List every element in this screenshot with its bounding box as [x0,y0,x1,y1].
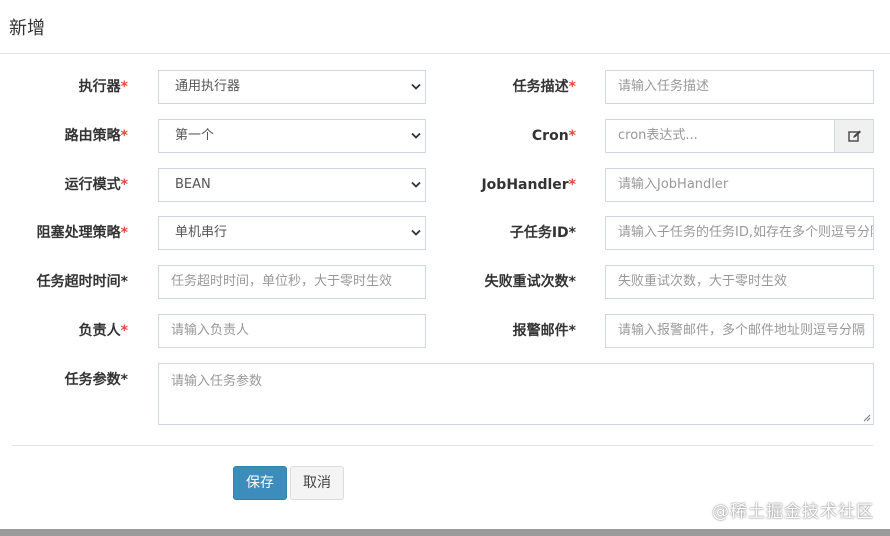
chevron-down-icon [411,229,421,236]
cron-placeholder: cron表达式... [618,128,698,143]
edit-icon [848,130,861,142]
timeout-label: 任务超时时间* [36,274,128,290]
timeout-input[interactable]: 任务超时时间，单位秒，大于零时生效 [158,265,426,299]
cron-edit-button[interactable] [834,119,874,153]
run-mode-label: 运行模式* [64,177,128,193]
backdrop-bottom-bar [0,529,890,536]
executor-select[interactable]: 通用执行器 [158,70,426,104]
job-param-placeholder: 请输入任务参数 [171,374,263,389]
cron-label: Cron* [531,128,576,144]
run-mode-select-value: BEAN [175,177,211,192]
alarm-email-input[interactable]: 请输入报警邮件，多个邮件地址则逗号分隔 [605,314,874,348]
job-desc-input[interactable]: 请输入任务描述 [605,70,874,104]
job-handler-input[interactable]: 请输入JobHandler [605,168,874,202]
cancel-button[interactable]: 取消 [290,466,344,500]
child-job-id-placeholder: 请输入子任务的任务ID,如存在多个则逗号分隔 [618,225,874,240]
author-input[interactable]: 请输入负责人 [158,314,426,348]
block-strategy-select-value: 单机串行 [175,225,228,240]
block-strategy-label: 阻塞处理策略* [36,225,128,241]
job-desc-placeholder: 请输入任务描述 [618,79,710,94]
form-divider [12,445,874,446]
executor-select-value: 通用执行器 [175,79,241,94]
job-handler-label: JobHandler* [481,177,576,193]
route-strategy-select[interactable]: 第一个 [158,119,426,153]
timeout-placeholder: 任务超时时间，单位秒，大于零时生效 [171,274,393,289]
child-job-id-input[interactable]: 请输入子任务的任务ID,如存在多个则逗号分隔 [605,216,874,250]
watermark: @稀土掘金技术社区 [712,502,874,522]
retry-count-placeholder: 失败重试次数，大于零时生效 [618,274,788,289]
job-param-textarea[interactable]: 请输入任务参数 [158,363,874,425]
chevron-down-icon [411,181,421,188]
dialog-title: 新增 [9,18,45,39]
retry-count-label: 失败重试次数* [484,274,576,290]
alarm-email-placeholder: 请输入报警邮件，多个邮件地址则逗号分隔 [618,323,866,338]
block-strategy-select[interactable]: 单机串行 [158,216,426,250]
child-job-id-label: 子任务ID* [509,225,576,241]
save-button[interactable]: 保存 [233,466,287,500]
chevron-down-icon [411,83,421,90]
author-label: 负责人* [78,323,128,339]
executor-label: 执行器* [78,79,128,95]
job-handler-placeholder: 请输入JobHandler [618,177,729,192]
job-desc-label: 任务描述* [512,79,576,95]
job-param-label: 任务参数* [64,372,128,388]
run-mode-select[interactable]: BEAN [158,168,426,202]
retry-count-input[interactable]: 失败重试次数，大于零时生效 [605,265,874,299]
author-placeholder: 请输入负责人 [171,323,250,338]
add-job-dialog: 新增 执行器* 通用执行器 任务描述* 请输入任务描述 路由策略* 第一个 Cr… [0,0,890,530]
chevron-down-icon [411,132,421,139]
alarm-email-label: 报警邮件* [512,323,576,339]
dialog-header: 新增 [0,0,890,54]
route-strategy-select-value: 第一个 [175,128,215,143]
resize-grip-icon[interactable] [863,414,871,422]
cron-input[interactable]: cron表达式... [605,119,835,153]
route-strategy-label: 路由策略* [64,128,128,144]
